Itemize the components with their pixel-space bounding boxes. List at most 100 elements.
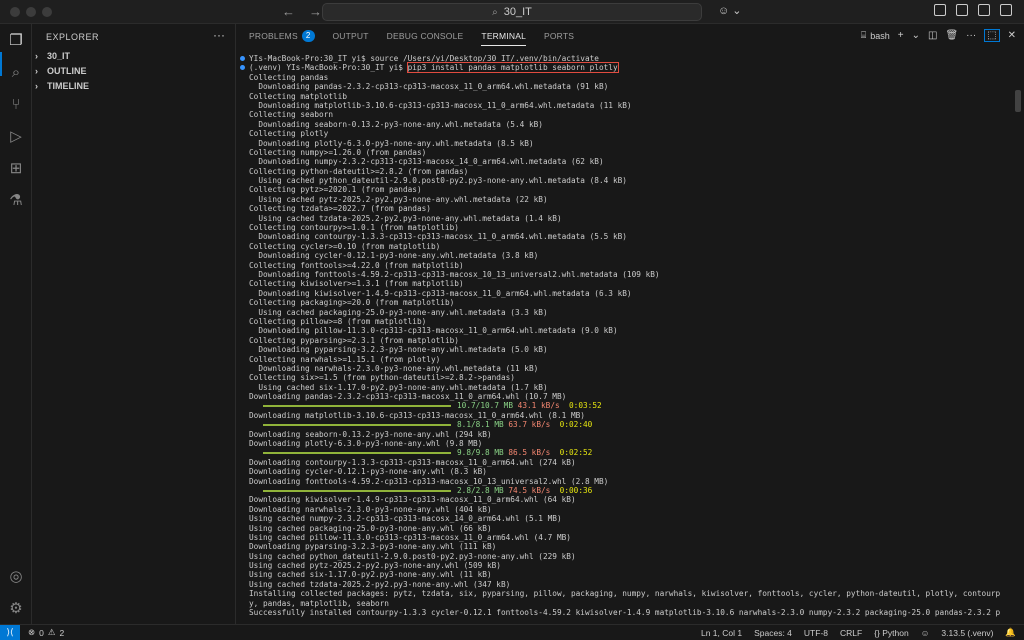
terminal-line: Using cached tzdata-2025.2-py2.py3-none-… [249,213,562,223]
tab-output[interactable]: OUTPUT [333,24,369,48]
sidebar-title: EXPLORER [46,32,100,42]
terminal-line: Collecting plotly [249,129,329,139]
progress-rate: 86.5 kB/s [503,448,551,458]
notifications-bell-icon[interactable]: 🔔 [1005,627,1016,638]
run-debug-icon[interactable]: ▷ [6,126,26,146]
tab-label: PROBLEMS [249,31,298,41]
testing-icon[interactable]: ⚗ [6,190,26,210]
terminal-line: y, pandas, matplotlib, seaborn [249,598,389,608]
tab-terminal[interactable]: TERMINAL [481,24,526,48]
extensions-icon[interactable]: ⊞ [6,158,26,178]
progress-eta: 0:02:52 [550,448,593,458]
terminal-line: Collecting fonttools>=4.22.0 (from matpl… [249,260,464,270]
progress-size: 8.1/8.1 MB [457,420,504,430]
terminal-line: Using cached packaging-25.0-py3-none-any… [249,523,492,533]
end-of-line[interactable]: CRLF [840,628,862,638]
terminal-selector[interactable]: ⌸ bash [861,30,890,41]
explorer-icon[interactable]: ❐ [6,30,26,50]
error-icon: ⊗ [28,627,36,637]
explorer-sidebar: EXPLORER ··· › 30_IT › OUTLINE › TIMELIN… [32,24,236,624]
command-center-search[interactable]: ⌕ 30_IT [322,3,702,21]
settings-gear-icon[interactable]: ⚙ [6,598,26,618]
terminal-line: Collecting python-dateutil>=2.8.2 (from … [249,166,469,176]
back-arrow-icon[interactable]: ← [282,4,295,19]
remote-indicator-icon[interactable]: ⟩⟨ [0,624,20,640]
terminal-output[interactable]: YIs-MacBook-Pro:30_IT yi$ source /Users/… [237,54,1024,620]
vscode-window: ← → ⌕ 30_IT ☺ ⌄ ❐ ⌕ ⑂ ▷ ⊞ ⚗ ◎ ⚙ EXPLORER… [0,0,1024,640]
chevron-right-icon: › [35,51,38,61]
warning-count: 2 [59,627,65,638]
terminal-line: Using cached packaging-25.0-py3-none-any… [249,307,548,317]
search-icon[interactable]: ⌕ [6,62,26,82]
problems-status[interactable]: ⊗ 0 ⚠ 2 [28,627,64,638]
terminal-line: Downloading plotly-6.3.0-py3-none-any.wh… [249,439,483,449]
terminal-line: Collecting matplotlib [249,91,347,101]
trash-icon[interactable]: 🗑 [945,30,958,41]
terminal-line: Collecting kiwisolver>=1.3.1 (from matpl… [249,279,464,289]
navigation-arrows: ← → [282,4,322,19]
terminal-line: Collecting seaborn [249,110,333,120]
new-terminal-button[interactable]: + [898,30,904,41]
section-outline[interactable]: › OUTLINE [32,63,236,79]
tab-debug-console[interactable]: DEBUG CONSOLE [387,24,464,48]
progress-eta: 0:00:36 [550,485,593,495]
python-interpreter[interactable]: 3.13.5 (.venv) [941,628,993,638]
zoom-window-button[interactable] [42,7,52,17]
status-bar: ⟩⟨ ⊗ 0 ⚠ 2 Ln 1, Col 1 Spaces: 4 UTF-8 C… [0,624,1024,640]
terminal-line: Downloading narwhals-2.3.0-py3-none-any.… [249,363,539,373]
terminal-line: Downloading fonttools-4.59.2-cp313-cp313… [249,476,609,486]
copilot-status-icon[interactable]: ☺ [921,628,930,638]
window-controls [10,7,52,17]
terminal-line: Downloading kiwisolver-1.4.9-cp313-cp313… [249,288,632,298]
tab-ports[interactable]: PORTS [544,24,574,48]
terminal-line: Collecting contourpy>=1.0.1 (from matplo… [249,223,459,233]
section-timeline[interactable]: › TIMELINE [32,78,236,94]
terminal-line: Downloading matplotlib-3.10.6-cp313-cp31… [249,100,632,110]
terminal-line: Using cached pytz-2025.2-py2.py3-none-an… [249,561,501,571]
terminal-line: Downloading pandas-2.3.2-cp313-cp313-mac… [249,392,567,402]
terminal-icon: ⌸ [860,30,867,40]
account-icon[interactable]: ◎ [6,566,26,586]
split-terminal-icon[interactable]: ◫ [928,30,937,41]
terminal-line: Using cached tzdata-2025.2-py2.py3-none-… [249,579,511,589]
maximize-panel-icon[interactable]: ⬚ [984,29,1000,42]
terminal-line: Collecting pytz>=2020.1 (from pandas) [249,185,422,195]
language-mode[interactable]: {} Python [874,628,909,638]
terminal-line: Downloading matplotlib-3.10.6-cp313-cp31… [249,410,585,420]
progress-bar [263,405,451,408]
terminal-line: YIs-MacBook-Pro:30_IT yi$ source /Users/… [240,54,1024,63]
forward-arrow-icon[interactable]: → [309,4,322,19]
chevron-right-icon: › [35,66,38,76]
command-decoration-icon[interactable] [240,65,245,71]
section-workspace[interactable]: › 30_IT [32,48,236,64]
warning-icon: ⚠ [47,627,56,637]
indentation[interactable]: Spaces: 4 [754,628,792,638]
source-control-icon[interactable]: ⑂ [6,94,26,114]
terminal-line: Downloading contourpy-1.3.3-cp313-cp313-… [249,457,576,467]
terminal-line: Downloading kiwisolver-1.4.9-cp313-cp313… [249,495,576,505]
toggle-panel-icon[interactable] [956,4,968,16]
encoding[interactable]: UTF-8 [804,628,828,638]
chevron-down-icon[interactable]: ⌄ [912,30,920,41]
toggle-primary-sidebar-icon[interactable] [934,4,946,16]
close-icon[interactable]: ✕ [1008,30,1016,41]
more-actions-icon[interactable]: ··· [966,30,976,41]
close-window-button[interactable] [10,7,20,17]
terminal-line: Collecting packaging>=20.0 (from matplot… [249,298,455,308]
minimize-window-button[interactable] [26,7,36,17]
more-actions-icon[interactable]: ··· [213,28,225,42]
progress-bar [263,424,451,427]
cursor-position[interactable]: Ln 1, Col 1 [701,628,742,638]
tab-problems[interactable]: PROBLEMS 2 [249,24,315,48]
panel-actions: ⌸ bash + ⌄ ◫ 🗑 ··· ⬚ ✕ [861,29,1016,42]
highlighted-command: pip3 install pandas matplotlib seaborn p… [406,62,619,74]
terminal-scrollbar[interactable] [1015,90,1021,112]
customize-layout-icon[interactable] [1000,4,1012,16]
terminal-line: Collecting six>=1.5 (from python-dateuti… [249,373,515,383]
terminal-line: Downloading fonttools-4.59.2-cp313-cp313… [249,269,660,279]
section-label: TIMELINE [47,81,89,91]
copilot-menu-button[interactable]: ☺ ⌄ [718,4,742,17]
command-decoration-icon[interactable] [240,56,245,61]
layout-controls [934,4,1012,16]
toggle-secondary-sidebar-icon[interactable] [978,4,990,16]
